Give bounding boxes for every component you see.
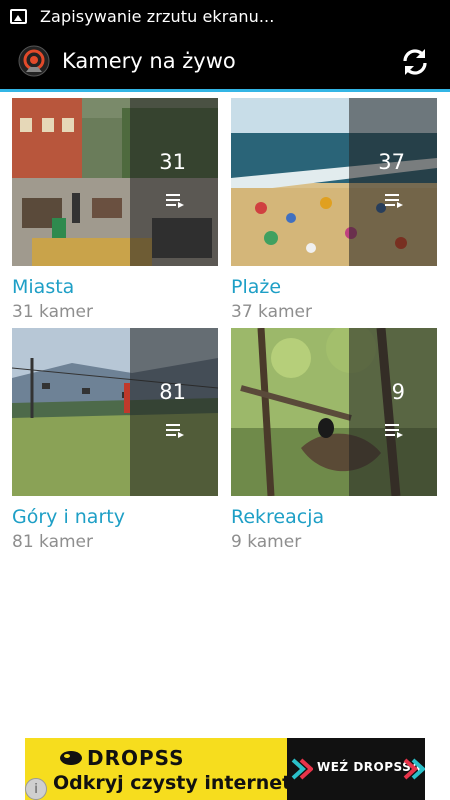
tile-shade: [130, 98, 218, 266]
category-thumbnail: 81: [12, 328, 218, 496]
chevron-right-icon: [291, 758, 313, 780]
category-count-label: 81 kamer: [12, 532, 94, 552]
category-name: Miasta: [12, 276, 75, 298]
category-thumbnail: 31: [12, 98, 218, 266]
category-tile-gory-i-narty[interactable]: 81 Góry i narty 81 kamer: [12, 328, 218, 554]
ad-banner[interactable]: DROPSS Odkryj czysty internet WEŹ DROPSS…: [25, 738, 425, 800]
category-count-label: 9 kamer: [231, 532, 302, 552]
camera-count: 9: [391, 380, 405, 404]
app-title: Kamery na żywo: [62, 49, 236, 73]
category-tile-rekreacja[interactable]: 9 Rekreacja 9 kamer: [231, 328, 437, 554]
tile-shade: [349, 328, 437, 496]
category-thumbnail: 9: [231, 328, 437, 496]
category-name: Rekreacja: [231, 506, 325, 528]
camera-count: 81: [159, 380, 186, 404]
list-icon: [385, 194, 403, 208]
status-notification-text: Zapisywanie zrzutu ekranu...: [40, 7, 275, 26]
category-name: Plaże: [231, 276, 282, 298]
screenshot-notification-icon: [10, 9, 27, 24]
action-bar: Kamery na żywo: [0, 33, 450, 89]
category-thumbnail: 37: [231, 98, 437, 266]
camera-count: 37: [378, 150, 405, 174]
ad-tagline: Odkryj czysty internet: [53, 772, 292, 794]
category-tile-plaze[interactable]: 37 Plaże 37 kamer: [231, 98, 437, 324]
chevron-right-icon: [403, 758, 425, 780]
camera-count: 31: [159, 150, 186, 174]
list-icon: [166, 194, 184, 208]
tile-shade: [349, 98, 437, 266]
app-logo-icon[interactable]: [18, 45, 50, 77]
refresh-icon[interactable]: [398, 45, 432, 79]
tile-shade: [130, 328, 218, 496]
list-icon: [385, 424, 403, 438]
category-count-label: 37 kamer: [231, 302, 313, 322]
category-name: Góry i narty: [12, 506, 125, 528]
action-bar-divider: [0, 89, 450, 92]
dropss-logo-icon: [60, 751, 82, 765]
category-tile-miasta[interactable]: 31 Miasta 31 kamer: [12, 98, 218, 324]
ad-info-icon[interactable]: i: [25, 778, 47, 800]
ad-brand: DROPSS: [87, 746, 185, 770]
list-icon: [166, 424, 184, 438]
category-count-label: 31 kamer: [12, 302, 94, 322]
status-bar: Zapisywanie zrzutu ekranu...: [0, 0, 450, 33]
